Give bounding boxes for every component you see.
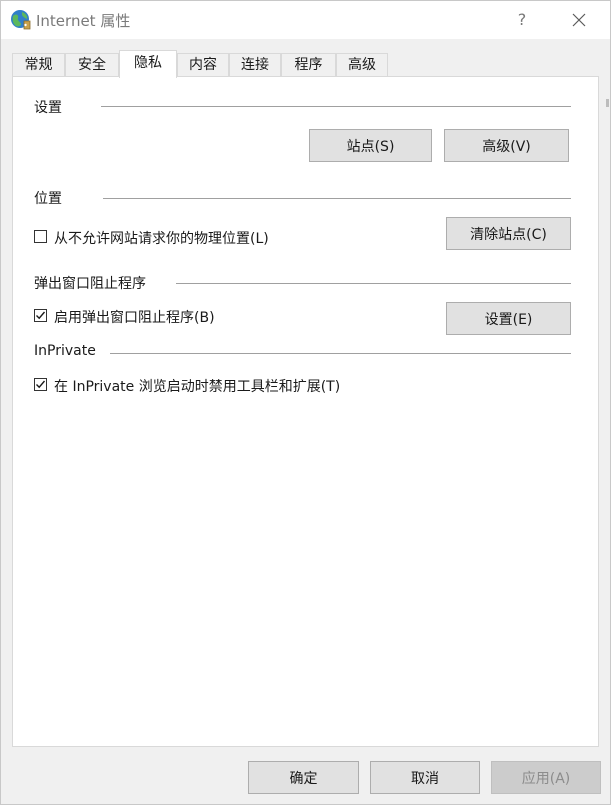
advanced-button[interactable]: 高级(V) [444,129,569,162]
location-checkbox-label[interactable]: 从不允许网站请求你的物理位置(L) [54,228,269,248]
popup-checkbox-label[interactable]: 启用弹出窗口阻止程序(B) [54,307,215,327]
internet-globe-icon [11,10,31,30]
checkmark-icon [36,380,46,389]
location-section-label: 位置 [34,188,62,208]
cancel-button[interactable]: 取消 [370,761,480,794]
inprivate-checkbox-label[interactable]: 在 InPrivate 浏览启动时禁用工具栏和扩展(T) [54,376,340,396]
tab-connections[interactable]: 连接 [229,53,281,77]
inprivate-checkbox[interactable] [34,378,47,391]
popup-checkbox[interactable] [34,309,47,322]
tab-security[interactable]: 安全 [65,53,119,77]
settings-divider [101,106,571,107]
location-divider [103,198,571,199]
help-button[interactable]: ? [499,1,545,39]
privacy-panel: 设置 站点(S) 高级(V) 位置 从不允许网站请求你的物理位置(L) 清除站点… [12,76,599,747]
tab-content[interactable]: 内容 [177,53,229,77]
popup-divider [176,283,571,284]
title-bar[interactable]: Internet 属性 ? [1,1,610,39]
inprivate-section-label: InPrivate [34,343,96,359]
location-checkbox[interactable] [34,230,47,243]
internet-properties-dialog: Internet 属性 ? 常规 安全 隐私 内容 连接 程序 高级 设置 站点… [0,0,611,805]
apply-button[interactable]: 应用(A) [491,761,601,794]
close-icon [572,13,586,27]
sites-button[interactable]: 站点(S) [309,129,432,162]
settings-section-label: 设置 [34,97,62,117]
checkmark-icon [36,311,46,320]
close-button[interactable] [556,1,602,39]
inprivate-divider [110,353,571,354]
tab-advanced[interactable]: 高级 [336,53,388,77]
clear-sites-button[interactable]: 清除站点(C) [446,217,571,250]
window-title: Internet 属性 [36,12,131,30]
edge-mark [606,99,609,107]
ok-button[interactable]: 确定 [248,761,359,794]
popup-section-label: 弹出窗口阻止程序 [34,273,146,293]
tab-programs[interactable]: 程序 [281,53,336,77]
tab-privacy[interactable]: 隐私 [119,50,177,78]
popup-settings-button[interactable]: 设置(E) [446,302,571,335]
tab-general[interactable]: 常规 [12,53,65,77]
